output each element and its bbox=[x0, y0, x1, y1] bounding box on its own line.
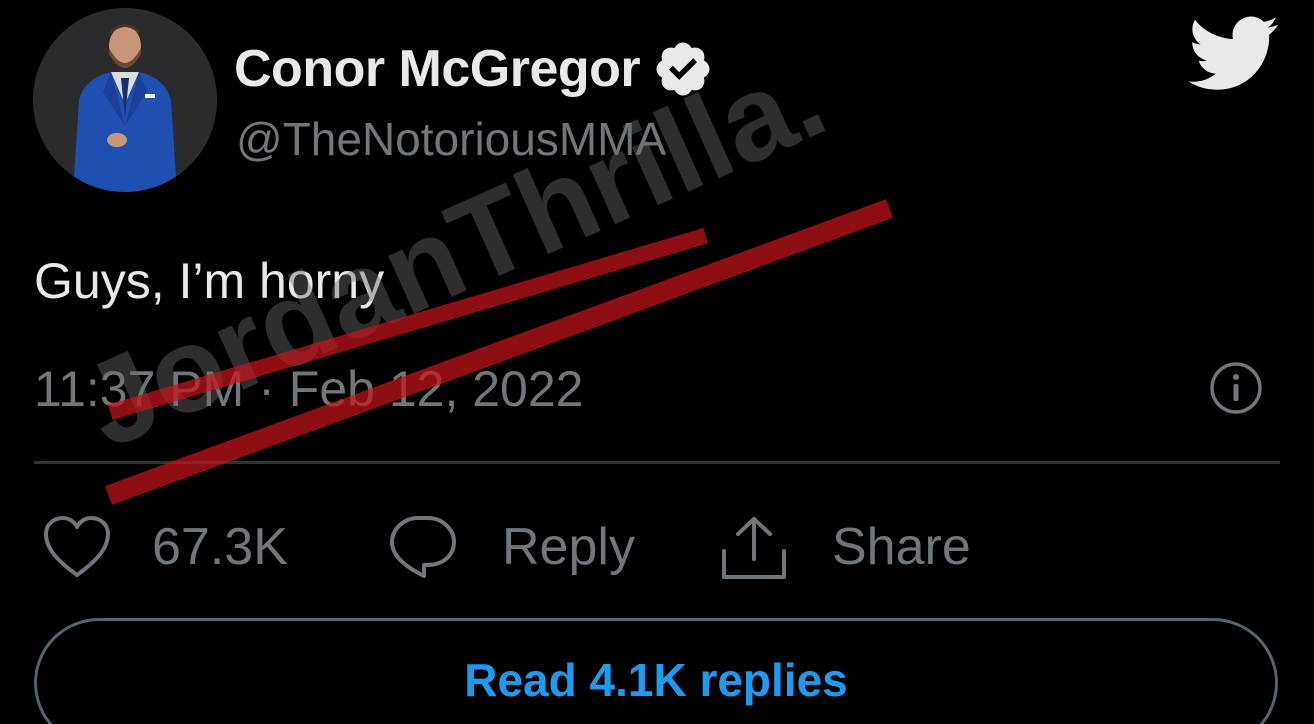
speech-bubble-icon bbox=[390, 516, 456, 578]
author-display-name[interactable]: Conor McGregor bbox=[234, 39, 641, 99]
share-upload-icon bbox=[722, 517, 786, 579]
meta-separator: · bbox=[258, 361, 275, 417]
like-button[interactable]: 67.3K bbox=[42, 505, 288, 589]
verified-badge-icon bbox=[656, 42, 710, 96]
tweet-date: Feb 12, 2022 bbox=[288, 361, 584, 417]
twitter-bird-icon[interactable] bbox=[1188, 16, 1280, 92]
reply-label: Reply bbox=[502, 518, 635, 576]
tweet-timestamp[interactable]: 11:37 PM · Feb 12, 2022 bbox=[34, 360, 583, 418]
tweet-card: Conor McGregor @TheNotoriousMMA Guys, I’… bbox=[0, 0, 1314, 724]
heart-icon bbox=[44, 516, 110, 577]
divider bbox=[34, 461, 1280, 464]
tweet-text: Guys, I’m horny bbox=[34, 253, 385, 309]
info-icon[interactable] bbox=[1208, 360, 1264, 416]
author-name-row: Conor McGregor bbox=[234, 34, 714, 104]
read-replies-label: Read 4.1K replies bbox=[464, 654, 848, 706]
tweet-time: 11:37 PM bbox=[34, 361, 245, 417]
author-handle[interactable]: @TheNotoriousMMA bbox=[236, 112, 666, 166]
like-count: 67.3K bbox=[152, 518, 288, 576]
avatar[interactable] bbox=[33, 8, 217, 192]
reply-button[interactable]: Reply bbox=[388, 505, 635, 589]
share-button[interactable]: Share bbox=[718, 505, 971, 589]
share-label: Share bbox=[832, 518, 971, 576]
read-replies-button[interactable]: Read 4.1K replies bbox=[34, 618, 1278, 724]
